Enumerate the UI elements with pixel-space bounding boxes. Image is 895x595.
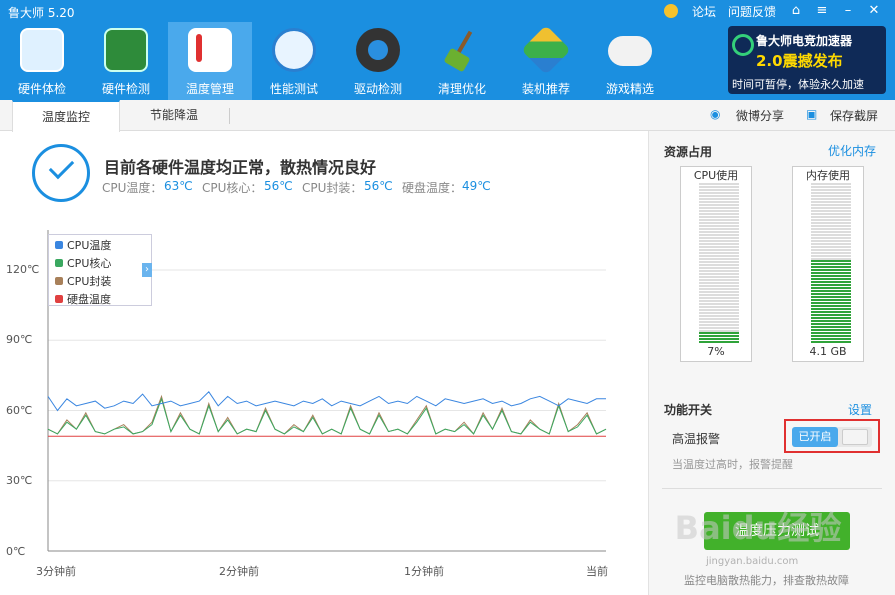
- x-tick-label: 2分钟前: [219, 565, 259, 578]
- close-icon[interactable]: ✕: [864, 2, 884, 20]
- high-temp-alarm-toggle[interactable]: 已开启: [792, 427, 872, 447]
- cpu-usage-fill: [699, 331, 739, 343]
- cpu-usage-value: 7%: [707, 345, 725, 358]
- legend-item[interactable]: 硬盘温度: [55, 291, 111, 307]
- y-tick-label: 60℃: [6, 404, 33, 417]
- weibo-icon[interactable]: ◉: [710, 107, 720, 121]
- legend-label: CPU温度: [67, 239, 112, 252]
- cpu-usage-label: CPU使用: [693, 169, 739, 182]
- save-screenshot-button[interactable]: 保存截屏: [830, 107, 878, 124]
- toggle-knob: [842, 429, 868, 445]
- legend-label: CPU封装: [67, 275, 112, 288]
- promo-line2: 2.0震撼发布: [756, 52, 843, 70]
- high-temp-alarm-label: 高温报警: [672, 432, 721, 446]
- legend-swatch: [55, 295, 63, 303]
- legend-swatch: [55, 277, 63, 285]
- skin-icon[interactable]: ⌂: [786, 2, 806, 20]
- y-tick-label: 30℃: [6, 474, 33, 487]
- memory-usage-fill: [811, 259, 851, 343]
- legend-swatch: [55, 259, 63, 267]
- legend-item[interactable]: CPU温度: [55, 237, 111, 253]
- y-tick-label: 120℃: [6, 263, 40, 276]
- resources-title: 资源占用: [664, 145, 713, 159]
- memory-usage-bars: [811, 183, 851, 343]
- alarm-description: 当温度过高时，报警提醒: [672, 458, 793, 471]
- forum-link[interactable]: 论坛: [692, 3, 716, 20]
- stress-test-button[interactable]: 温度压力测试: [704, 512, 850, 550]
- weibo-share-button[interactable]: 微博分享: [736, 107, 784, 124]
- promo-banner[interactable]: 鲁大师电竞加速器 2.0震撼发布 时间可暂停，体验永久加速: [728, 26, 886, 94]
- series-line-CPU温度: [47, 391, 606, 412]
- cpu-usage-bars: [699, 183, 739, 343]
- promo-line1: 鲁大师电竞加速器: [756, 34, 853, 48]
- x-tick-label: 1分钟前: [404, 565, 444, 578]
- x-tick-label: 3分钟前: [36, 565, 76, 578]
- optimize-memory-link[interactable]: 优化内存: [828, 142, 876, 159]
- camera-icon[interactable]: ▣: [806, 107, 817, 121]
- memory-usage-value: 4.1 GB: [809, 345, 847, 358]
- stress-test-description: 监控电脑散热能力，排查散热故障: [684, 574, 849, 587]
- legend-swatch: [55, 241, 63, 249]
- legend-collapse-icon[interactable]: ›: [142, 263, 152, 277]
- chart-legend: CPU温度 CPU核心 CPU封装 硬盘温度: [48, 234, 152, 306]
- cpu-usage-meter: CPU使用 7%: [680, 166, 752, 362]
- watermark-url: jingyan.baidu.com: [706, 556, 799, 567]
- settings-link[interactable]: 设置: [848, 401, 872, 418]
- legend-label: CPU核心: [67, 257, 112, 270]
- legend-item[interactable]: CPU核心: [55, 255, 111, 271]
- minimize-icon[interactable]: –: [838, 2, 858, 20]
- functions-title: 功能开关: [664, 403, 713, 417]
- section-divider: [662, 488, 882, 489]
- feedback-link[interactable]: 问题反馈: [728, 3, 776, 20]
- promo-line3: 时间可暂停，体验永久加速: [732, 78, 864, 91]
- accelerator-logo-icon: [732, 34, 754, 56]
- x-tick-label: 当前: [586, 565, 608, 578]
- medal-icon[interactable]: [664, 4, 678, 18]
- memory-usage-label: 内存使用: [806, 169, 850, 182]
- y-tick-label: 0℃: [6, 545, 26, 558]
- legend-item[interactable]: CPU封装: [55, 273, 111, 289]
- memory-usage-meter: 内存使用 4.1 GB: [792, 166, 864, 362]
- series-line-CPU核心: [47, 397, 607, 435]
- legend-label: 硬盘温度: [67, 293, 111, 306]
- toggle-state-label: 已开启: [792, 427, 838, 447]
- y-tick-label: 90℃: [6, 333, 33, 346]
- menu-icon[interactable]: ≡: [812, 2, 832, 20]
